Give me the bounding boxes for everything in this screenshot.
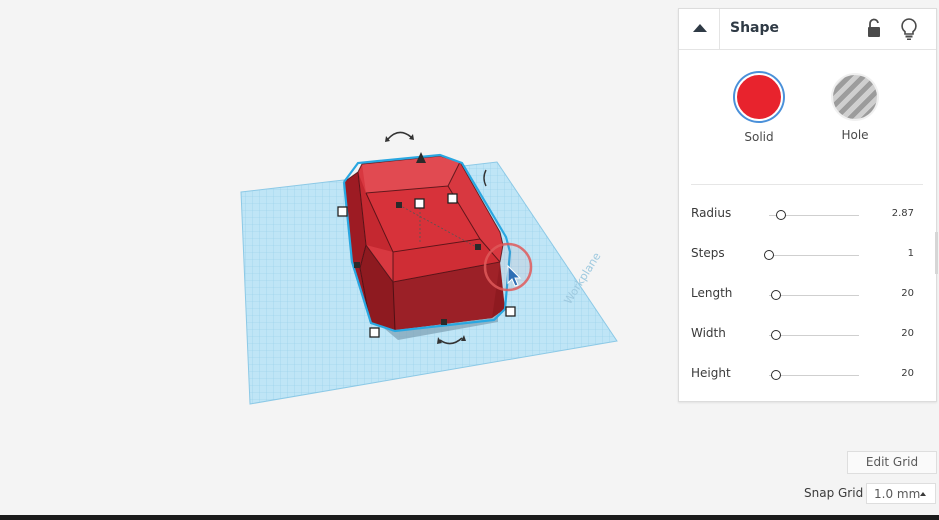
snap-grid-select[interactable]: 1.0 mm	[866, 483, 936, 504]
height-value[interactable]: 20	[901, 368, 914, 379]
width-value[interactable]: 20	[901, 328, 914, 339]
panel-title: Shape	[730, 20, 780, 36]
unlock-icon[interactable]	[865, 18, 885, 40]
height-label: Height	[691, 366, 731, 380]
radius-slider-thumb[interactable]	[775, 210, 786, 220]
collapse-panel-button[interactable]	[679, 9, 720, 49]
taskbar-strip	[0, 515, 939, 520]
scrollbar[interactable]	[935, 232, 938, 274]
inspector-header: Shape	[679, 9, 936, 50]
steps-slider[interactable]	[764, 250, 859, 260]
steps-value[interactable]: 1	[908, 248, 914, 259]
radius-value[interactable]: 2.87	[892, 208, 914, 219]
hole-swatch	[833, 75, 877, 119]
snap-grid-label: Snap Grid	[804, 486, 864, 500]
height-slider-thumb[interactable]	[771, 370, 782, 380]
height-slider[interactable]	[769, 370, 859, 380]
solid-swatch	[735, 73, 783, 121]
width-label: Width	[691, 326, 726, 340]
steps-row: Steps 1	[679, 243, 936, 267]
rotate-top-handle[interactable]	[385, 131, 414, 142]
width-slider[interactable]	[769, 330, 859, 340]
steps-label: Steps	[691, 246, 725, 260]
height-row: Height 20	[679, 363, 936, 387]
divider	[691, 184, 923, 185]
length-row: Length 20	[679, 283, 936, 307]
length-slider[interactable]	[769, 290, 859, 300]
length-value[interactable]: 20	[901, 288, 914, 299]
radius-row: Radius 2.87	[679, 203, 936, 227]
hole-label: Hole	[841, 128, 869, 142]
edit-grid-button[interactable]: Edit Grid	[847, 451, 937, 474]
width-slider-thumb[interactable]	[771, 330, 782, 340]
caret-up-icon	[920, 492, 926, 496]
hole-button[interactable]: Hole	[825, 75, 885, 142]
snap-grid-value: 1.0 mm	[874, 487, 921, 501]
radius-label: Radius	[691, 206, 732, 220]
length-label: Length	[691, 286, 733, 300]
solid-button[interactable]: Solid	[729, 73, 789, 144]
steps-slider-thumb[interactable]	[764, 250, 774, 260]
lightbulb-icon[interactable]	[899, 17, 919, 41]
solid-label: Solid	[744, 130, 774, 144]
length-slider-thumb[interactable]	[771, 290, 782, 300]
chevron-up-icon	[693, 24, 707, 32]
width-row: Width 20	[679, 323, 936, 347]
radius-slider[interactable]	[769, 210, 859, 220]
shape-inspector-panel: Shape Solid Hole Radius 2.87 Steps 1 Len…	[678, 8, 937, 402]
